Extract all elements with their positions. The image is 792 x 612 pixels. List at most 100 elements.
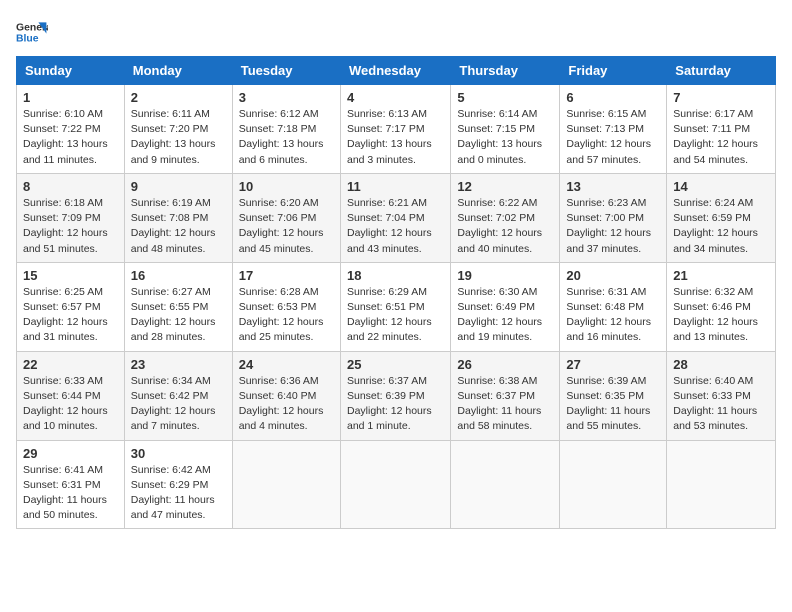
day-number: 30: [131, 446, 226, 461]
day-number: 18: [347, 268, 444, 283]
day-info: Sunrise: 6:29 AM Sunset: 6:51 PM Dayligh…: [347, 285, 444, 346]
day-number: 24: [239, 357, 334, 372]
calendar-cell: 17Sunrise: 6:28 AM Sunset: 6:53 PM Dayli…: [232, 262, 340, 351]
day-number: 10: [239, 179, 334, 194]
day-number: 12: [457, 179, 553, 194]
day-number: 11: [347, 179, 444, 194]
calendar-week-row: 29 Sunrise: 6:41 AM Sunset: 6:31 PM Dayli…: [17, 440, 776, 529]
day-info: Sunrise: 6:17 AM Sunset: 7:11 PM Dayligh…: [673, 107, 769, 168]
day-info: Sunrise: 6:32 AM Sunset: 6:46 PM Dayligh…: [673, 285, 769, 346]
calendar-week-row: 1 Sunrise: 6:10 AM Sunset: 7:22 PM Daylig…: [17, 85, 776, 174]
calendar-cell: 3Sunrise: 6:12 AM Sunset: 7:18 PM Daylig…: [232, 85, 340, 174]
calendar-cell: 26Sunrise: 6:38 AM Sunset: 6:37 PM Dayli…: [451, 351, 560, 440]
weekday-header: Friday: [560, 57, 667, 85]
day-info: Sunrise: 6:39 AM Sunset: 6:35 PM Dayligh…: [566, 374, 660, 435]
calendar-cell: 30 Sunrise: 6:42 AM Sunset: 6:29 PM Dayli…: [124, 440, 232, 529]
weekday-header: Wednesday: [340, 57, 450, 85]
day-number: 7: [673, 90, 769, 105]
calendar-cell: [667, 440, 776, 529]
day-info: Sunrise: 6:13 AM Sunset: 7:17 PM Dayligh…: [347, 107, 444, 168]
day-info: Sunrise: 6:23 AM Sunset: 7:00 PM Dayligh…: [566, 196, 660, 257]
day-info: Sunrise: 6:24 AM Sunset: 6:59 PM Dayligh…: [673, 196, 769, 257]
day-number: 25: [347, 357, 444, 372]
day-number: 9: [131, 179, 226, 194]
calendar-cell: 7 Sunrise: 6:17 AM Sunset: 7:11 PM Daylig…: [667, 85, 776, 174]
day-info: Sunrise: 6:31 AM Sunset: 6:48 PM Dayligh…: [566, 285, 660, 346]
day-info: Sunrise: 6:10 AM Sunset: 7:22 PM Dayligh…: [23, 107, 118, 168]
day-info: Sunrise: 6:25 AM Sunset: 6:57 PM Dayligh…: [23, 285, 118, 346]
calendar-table: SundayMondayTuesdayWednesdayThursdayFrid…: [16, 56, 776, 529]
calendar-week-row: 22Sunrise: 6:33 AM Sunset: 6:44 PM Dayli…: [17, 351, 776, 440]
day-info: Sunrise: 6:40 AM Sunset: 6:33 PM Dayligh…: [673, 374, 769, 435]
logo-icon: General Blue: [16, 16, 48, 48]
day-number: 27: [566, 357, 660, 372]
calendar-cell: 14 Sunrise: 6:24 AM Sunset: 6:59 PM Dayli…: [667, 173, 776, 262]
weekday-header: Monday: [124, 57, 232, 85]
calendar-cell: [340, 440, 450, 529]
calendar-cell: 11Sunrise: 6:21 AM Sunset: 7:04 PM Dayli…: [340, 173, 450, 262]
calendar-cell: 4 Sunrise: 6:13 AM Sunset: 7:17 PM Daylig…: [340, 85, 450, 174]
day-info: Sunrise: 6:30 AM Sunset: 6:49 PM Dayligh…: [457, 285, 553, 346]
page-header: General Blue: [16, 16, 776, 48]
calendar-cell: 10 Sunrise: 6:20 AM Sunset: 7:06 PM Dayli…: [232, 173, 340, 262]
day-number: 29: [23, 446, 118, 461]
calendar-cell: 12Sunrise: 6:22 AM Sunset: 7:02 PM Dayli…: [451, 173, 560, 262]
weekday-header: Saturday: [667, 57, 776, 85]
day-number: 26: [457, 357, 553, 372]
day-info: Sunrise: 6:20 AM Sunset: 7:06 PM Dayligh…: [239, 196, 334, 257]
day-number: 6: [566, 90, 660, 105]
day-info: Sunrise: 6:41 AM Sunset: 6:31 PM Dayligh…: [23, 463, 118, 524]
day-number: 1: [23, 90, 118, 105]
calendar-cell: 16 Sunrise: 6:27 AM Sunset: 6:55 PM Dayli…: [124, 262, 232, 351]
calendar-cell: 23 Sunrise: 6:34 AM Sunset: 6:42 PM Dayli…: [124, 351, 232, 440]
weekday-header: Tuesday: [232, 57, 340, 85]
day-number: 2: [131, 90, 226, 105]
logo: General Blue: [16, 16, 48, 48]
calendar-cell: 25 Sunrise: 6:37 AM Sunset: 6:39 PM Dayli…: [340, 351, 450, 440]
day-number: 23: [131, 357, 226, 372]
day-number: 15: [23, 268, 118, 283]
calendar-body: 1 Sunrise: 6:10 AM Sunset: 7:22 PM Daylig…: [17, 85, 776, 529]
calendar-cell: [451, 440, 560, 529]
day-info: Sunrise: 6:18 AM Sunset: 7:09 PM Dayligh…: [23, 196, 118, 257]
day-info: Sunrise: 6:36 AM Sunset: 6:40 PM Dayligh…: [239, 374, 334, 435]
day-number: 8: [23, 179, 118, 194]
day-info: Sunrise: 6:12 AM Sunset: 7:18 PM Dayligh…: [239, 107, 334, 168]
calendar-week-row: 15 Sunrise: 6:25 AM Sunset: 6:57 PM Dayli…: [17, 262, 776, 351]
calendar-cell: 22Sunrise: 6:33 AM Sunset: 6:44 PM Dayli…: [17, 351, 125, 440]
day-info: Sunrise: 6:14 AM Sunset: 7:15 PM Dayligh…: [457, 107, 553, 168]
day-number: 14: [673, 179, 769, 194]
calendar-cell: 20 Sunrise: 6:31 AM Sunset: 6:48 PM Dayli…: [560, 262, 667, 351]
day-info: Sunrise: 6:27 AM Sunset: 6:55 PM Dayligh…: [131, 285, 226, 346]
calendar-cell: 1 Sunrise: 6:10 AM Sunset: 7:22 PM Daylig…: [17, 85, 125, 174]
calendar-cell: 27 Sunrise: 6:39 AM Sunset: 6:35 PM Dayli…: [560, 351, 667, 440]
calendar-cell: 6 Sunrise: 6:15 AM Sunset: 7:13 PM Daylig…: [560, 85, 667, 174]
weekday-header: Thursday: [451, 57, 560, 85]
calendar-cell: 15 Sunrise: 6:25 AM Sunset: 6:57 PM Dayli…: [17, 262, 125, 351]
calendar-cell: 13 Sunrise: 6:23 AM Sunset: 7:00 PM Dayli…: [560, 173, 667, 262]
day-number: 13: [566, 179, 660, 194]
day-info: Sunrise: 6:42 AM Sunset: 6:29 PM Dayligh…: [131, 463, 226, 524]
weekday-header: Sunday: [17, 57, 125, 85]
day-info: Sunrise: 6:19 AM Sunset: 7:08 PM Dayligh…: [131, 196, 226, 257]
day-info: Sunrise: 6:34 AM Sunset: 6:42 PM Dayligh…: [131, 374, 226, 435]
calendar-week-row: 8 Sunrise: 6:18 AM Sunset: 7:09 PM Daylig…: [17, 173, 776, 262]
calendar-cell: [232, 440, 340, 529]
calendar-cell: 28 Sunrise: 6:40 AM Sunset: 6:33 PM Dayli…: [667, 351, 776, 440]
calendar-cell: 8 Sunrise: 6:18 AM Sunset: 7:09 PM Daylig…: [17, 173, 125, 262]
calendar-cell: 24 Sunrise: 6:36 AM Sunset: 6:40 PM Dayli…: [232, 351, 340, 440]
day-info: Sunrise: 6:37 AM Sunset: 6:39 PM Dayligh…: [347, 374, 444, 435]
day-number: 19: [457, 268, 553, 283]
day-number: 5: [457, 90, 553, 105]
day-number: 16: [131, 268, 226, 283]
day-info: Sunrise: 6:11 AM Sunset: 7:20 PM Dayligh…: [131, 107, 226, 168]
calendar-header-row: SundayMondayTuesdayWednesdayThursdayFrid…: [17, 57, 776, 85]
day-number: 20: [566, 268, 660, 283]
day-number: 4: [347, 90, 444, 105]
day-info: Sunrise: 6:15 AM Sunset: 7:13 PM Dayligh…: [566, 107, 660, 168]
svg-text:Blue: Blue: [16, 34, 39, 45]
day-number: 28: [673, 357, 769, 372]
calendar-cell: 18 Sunrise: 6:29 AM Sunset: 6:51 PM Dayli…: [340, 262, 450, 351]
calendar-cell: [560, 440, 667, 529]
calendar-cell: 2 Sunrise: 6:11 AM Sunset: 7:20 PM Daylig…: [124, 85, 232, 174]
